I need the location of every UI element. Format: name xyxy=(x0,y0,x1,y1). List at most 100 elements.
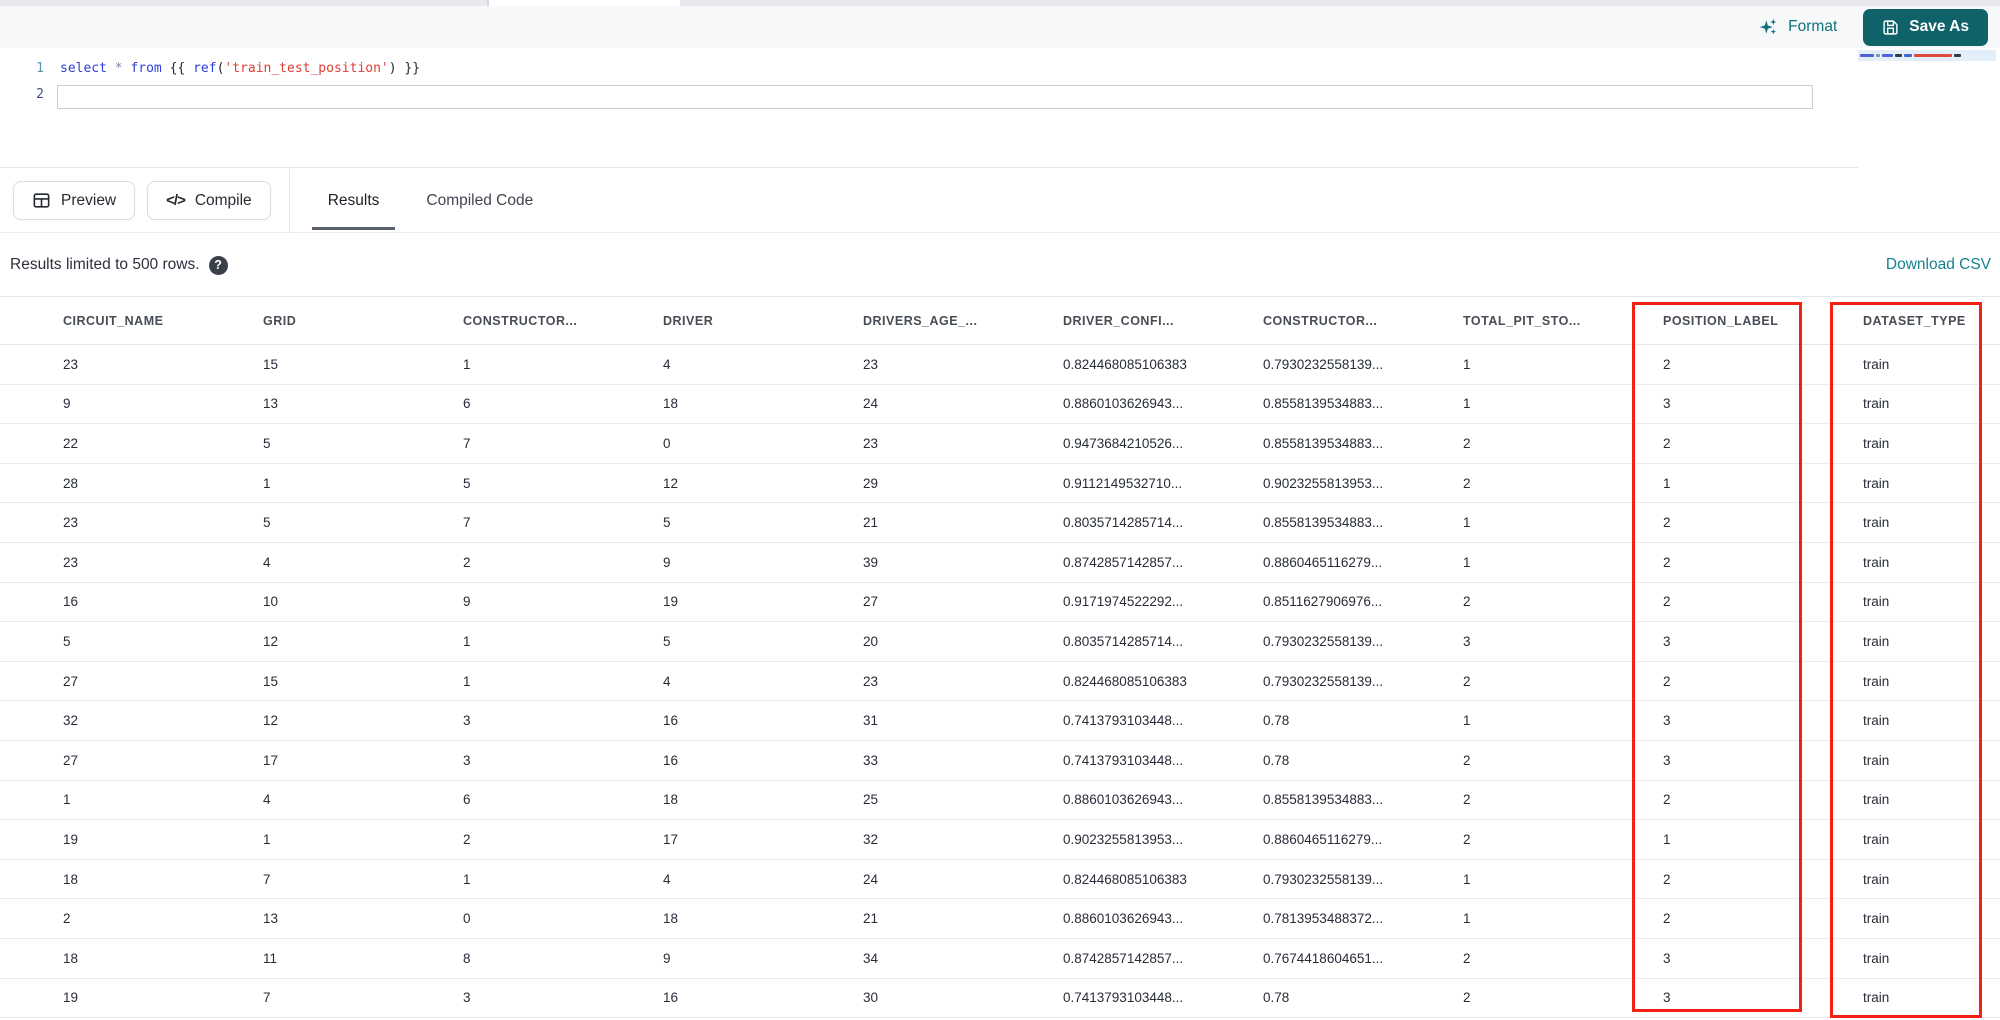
table-row: 2 13 0 18 21 0.8860103626943... 0.781395348837… xyxy=(0,899,2000,939)
table-grid-icon xyxy=(32,191,51,210)
column-header: DRIVERS_AGE_... xyxy=(863,313,978,328)
table-cell: train xyxy=(1863,752,1890,768)
table-cell: 0.9112149532710... xyxy=(1063,475,1183,491)
table-cell: 5 xyxy=(463,475,471,491)
line-number-1: 1 xyxy=(36,61,44,76)
table-cell: 1 xyxy=(1463,396,1471,412)
code-token: * xyxy=(114,61,123,76)
table-cell: 17 xyxy=(663,831,679,847)
table-cell: 7 xyxy=(463,435,471,451)
table-cell: 15 xyxy=(263,673,279,689)
table-cell: 2 xyxy=(1463,752,1471,768)
table-row: 23 15 1 4 23 0.824468085106383 0.7930232558139… xyxy=(0,345,2000,385)
table-cell: 4 xyxy=(263,554,271,570)
save-as-button[interactable]: Save As xyxy=(1863,8,1988,46)
table-cell: 23 xyxy=(863,356,879,372)
table-cell: 1 xyxy=(1463,554,1471,570)
table-cell: 0.9473684210526... xyxy=(1063,435,1184,451)
help-icon[interactable]: ? xyxy=(208,255,228,275)
column-header: DATASET_TYPE xyxy=(1863,313,1966,328)
column-header: TOTAL_PIT_STO... xyxy=(1463,313,1581,328)
tab-results[interactable]: Results xyxy=(311,169,396,233)
code-token: ) xyxy=(388,61,397,76)
table-cell: train xyxy=(1863,435,1890,451)
minimap-segment xyxy=(1895,54,1902,57)
table-cell: 23 xyxy=(863,673,879,689)
save-icon xyxy=(1882,19,1899,36)
table-cell: 1 xyxy=(1663,831,1671,847)
table-cell: 2 xyxy=(463,554,471,570)
table-cell: 4 xyxy=(663,871,671,887)
table-row: 32 12 3 16 31 0.7413793103448... 0.78 1 3 train xyxy=(0,701,2000,741)
table-cell: 0.7930232558139... xyxy=(1263,673,1384,689)
table-row: 27 15 1 4 23 0.824468085106383 0.7930232558139… xyxy=(0,661,2000,702)
minimap-segment xyxy=(1914,54,1952,57)
table-cell: 24 xyxy=(863,396,879,412)
results-limit-message: Results limited to 500 rows. ? xyxy=(10,255,228,275)
preview-button[interactable]: Preview xyxy=(13,181,136,220)
compile-button[interactable]: </> Compile xyxy=(147,181,271,220)
table-cell: 2 xyxy=(1463,792,1471,808)
sql-code-line[interactable]: select * from {{ ref('train_test_positio… xyxy=(60,56,420,82)
table-row: 18 7 1 4 24 0.824468085106383 0.7930232558139.… xyxy=(0,859,2000,900)
column-header: CIRCUIT_NAME xyxy=(63,313,164,328)
table-cell: 2 xyxy=(1463,950,1471,966)
table-cell: 2 xyxy=(1463,990,1471,1006)
table-cell: 0.8860465116279... xyxy=(1263,831,1383,847)
code-token: ref xyxy=(193,61,217,76)
table-cell: 21 xyxy=(863,515,879,531)
results-action-bar: Preview </> Compile Results Compiled Cod… xyxy=(0,168,2000,233)
results-limit-text: Results limited to 500 rows. xyxy=(10,256,200,273)
table-cell: 0.9023255813953... xyxy=(1263,475,1384,491)
tab-compiled-code[interactable]: Compiled Code xyxy=(410,169,549,233)
table-cell: 25 xyxy=(863,792,879,808)
table-cell: 18 xyxy=(63,871,79,887)
table-cell: 6 xyxy=(463,792,471,808)
table-cell: 3 xyxy=(463,752,471,768)
results-table: CIRCUIT_NAME GRID CONSTRUCTOR... DRIVER DRIV… xyxy=(0,296,2000,1020)
table-cell: 12 xyxy=(263,713,279,729)
table-cell: 0.824468085106383 xyxy=(1063,871,1187,887)
table-cell: 7 xyxy=(263,990,271,1006)
table-cell: 0.8742857142857... xyxy=(1063,554,1184,570)
editor-minimap[interactable] xyxy=(1858,48,2000,168)
table-cell: train xyxy=(1863,475,1890,491)
table-cell: 22 xyxy=(63,435,79,451)
table-cell: 23 xyxy=(63,515,79,531)
format-label: Format xyxy=(1788,18,1838,35)
minimap-segment xyxy=(1904,54,1912,57)
table-cell: 10 xyxy=(263,594,279,610)
download-csv-link[interactable]: Download CSV xyxy=(1886,256,1991,274)
table-cell: 3 xyxy=(463,990,471,1006)
table-cell: 0.8742857142857... xyxy=(1063,950,1184,966)
table-cell: 4 xyxy=(663,356,671,372)
table-cell: 9 xyxy=(663,950,671,966)
table-cell: 1 xyxy=(1463,515,1471,531)
preview-label: Preview xyxy=(61,191,117,209)
sql-editor[interactable]: 1 2 select * from {{ ref('train_test_pos… xyxy=(0,48,2000,168)
table-cell: 0.7813953488372... xyxy=(1263,911,1384,927)
table-cell: train xyxy=(1863,990,1890,1006)
table-cell: train xyxy=(1863,594,1890,610)
table-cell: 31 xyxy=(863,713,879,729)
table-cell: 13 xyxy=(263,911,279,927)
table-cell: 2 xyxy=(1663,911,1671,927)
table-cell: 23 xyxy=(63,356,79,372)
table-cell: 27 xyxy=(63,752,79,768)
code-token: select xyxy=(60,61,107,76)
table-cell: train xyxy=(1863,633,1890,649)
table-cell: 39 xyxy=(863,554,879,570)
table-cell: 3 xyxy=(1663,633,1671,649)
table-cell: 16 xyxy=(663,752,679,768)
table-cell: 0.7413793103448... xyxy=(1063,713,1184,729)
table-cell: 0.8558139534883... xyxy=(1263,792,1384,808)
table-cell: 1 xyxy=(1463,356,1471,372)
minimap-segment xyxy=(1882,54,1893,57)
table-cell: 9 xyxy=(63,396,71,412)
code-token: 'train_test_position' xyxy=(224,61,389,76)
format-button[interactable]: Format xyxy=(1758,17,1837,38)
table-cell: 2 xyxy=(1663,435,1671,451)
table-cell: 19 xyxy=(63,990,79,1006)
table-cell: 1 xyxy=(1463,911,1471,927)
table-cell: 1 xyxy=(63,792,71,808)
